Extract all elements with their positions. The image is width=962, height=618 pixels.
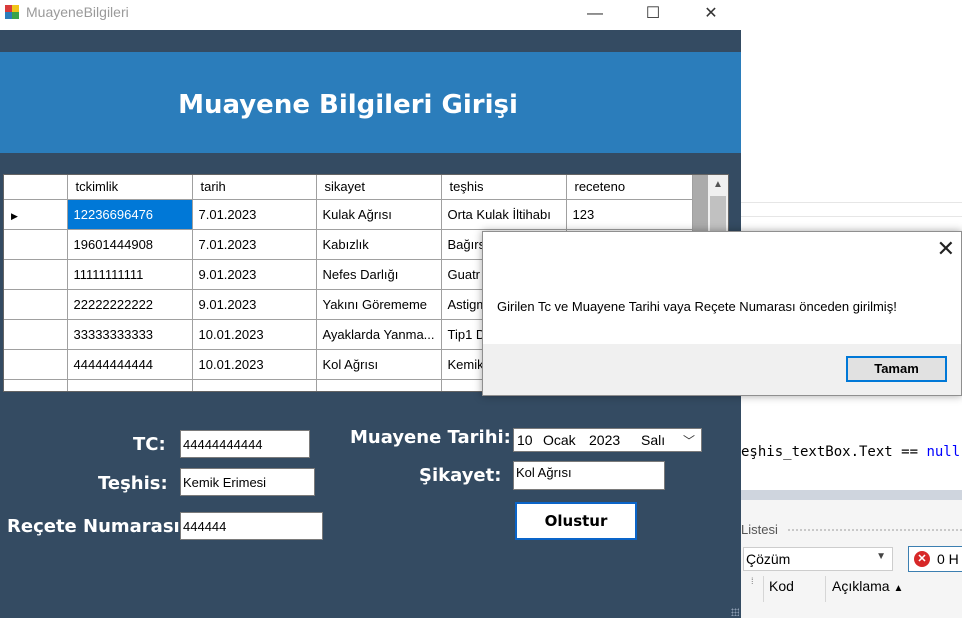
table-cell[interactable] bbox=[67, 379, 193, 391]
column-header-aciklama[interactable]: Açıklama ▲ bbox=[832, 578, 903, 594]
table-cell[interactable]: 123 bbox=[566, 199, 693, 230]
code-text: eşhis_textBox.Text == bbox=[741, 444, 927, 460]
window-title: MuayeneBilgileri bbox=[26, 4, 129, 20]
table-cell[interactable]: 10.01.2023 bbox=[192, 319, 317, 350]
table-cell[interactable]: 9.01.2023 bbox=[192, 289, 317, 320]
scope-dropdown-value: Çözüm bbox=[746, 551, 791, 567]
create-button[interactable]: Olustur bbox=[515, 502, 637, 540]
panel-grip[interactable] bbox=[787, 528, 962, 532]
scope-dropdown[interactable]: Çözüm ▼ bbox=[743, 547, 893, 571]
error-list-title: Listesi bbox=[741, 522, 778, 537]
tc-label: TC: bbox=[133, 434, 166, 455]
column-header-aciklama-label: Açıklama bbox=[832, 578, 890, 594]
recete-label: Reçete Numarası: bbox=[7, 516, 187, 537]
date-month[interactable]: Ocak bbox=[543, 432, 576, 448]
column-separator bbox=[763, 576, 764, 602]
chevron-down-icon: ▼ bbox=[876, 551, 886, 562]
tarih-label: Muayene Tarihi: bbox=[350, 427, 511, 448]
column-header-receteno[interactable]: receteno bbox=[566, 175, 693, 200]
ide-splitter[interactable] bbox=[741, 490, 962, 500]
chevron-down-icon[interactable]: ﹀ bbox=[683, 432, 695, 449]
ide-code-line: eşhis_textBox.Text == null bbox=[741, 444, 960, 460]
table-cell[interactable]: Orta Kulak İltihabı bbox=[441, 199, 567, 230]
column-header-tckimlik[interactable]: tckimlik bbox=[67, 175, 193, 200]
sikayet-label: Şikayet: bbox=[419, 465, 502, 486]
date-weekday[interactable]: Salı bbox=[641, 432, 665, 448]
table-cell[interactable]: Nefes Darlığı bbox=[316, 259, 442, 290]
table-cell[interactable]: Yakını Görememe bbox=[316, 289, 442, 320]
table-header-row: tckimlik tarih sikayet teşhis receteno bbox=[4, 175, 693, 200]
date-year[interactable]: 2023 bbox=[589, 432, 620, 448]
tc-input[interactable]: 44444444444 bbox=[180, 430, 310, 458]
row-header[interactable] bbox=[4, 349, 68, 380]
table-cell[interactable]: Kabızlık bbox=[316, 229, 442, 260]
sikayet-input[interactable]: Kol Ağrısı bbox=[513, 461, 665, 490]
teshis-input[interactable]: Kemik Erimesi bbox=[180, 468, 315, 496]
resize-grip[interactable] bbox=[731, 608, 739, 616]
close-button[interactable]: ✕ bbox=[688, 0, 734, 30]
table-cell[interactable]: 9.01.2023 bbox=[192, 259, 317, 290]
row-header[interactable] bbox=[4, 289, 68, 320]
current-row-icon: ▶ bbox=[11, 210, 18, 221]
ide-divider bbox=[741, 202, 962, 203]
table-cell[interactable]: 12236696476 bbox=[67, 199, 193, 230]
row-header[interactable]: ▶ bbox=[4, 199, 68, 230]
minimize-button[interactable]: — bbox=[572, 0, 618, 30]
ok-button[interactable]: Tamam bbox=[846, 356, 947, 382]
column-header-teshis[interactable]: teşhis bbox=[441, 175, 567, 200]
row-header[interactable] bbox=[4, 229, 68, 260]
teshis-label: Teşhis: bbox=[98, 473, 168, 494]
row-header-corner[interactable] bbox=[4, 175, 68, 200]
page-title: Muayene Bilgileri Girişi bbox=[178, 90, 518, 120]
error-count: 0 H bbox=[937, 551, 959, 567]
code-keyword: null bbox=[926, 444, 961, 460]
table-cell[interactable]: 7.01.2023 bbox=[192, 229, 317, 260]
message-box: ✕ Girilen Tc ve Muayene Tarihi vaya Reçe… bbox=[482, 231, 962, 396]
table-row[interactable]: ▶ 12236696476 7.01.2023 Kulak Ağrısı Ort… bbox=[4, 199, 693, 230]
ide-divider bbox=[741, 216, 962, 217]
message-text: Girilen Tc ve Muayene Tarihi vaya Reçete… bbox=[497, 299, 897, 314]
table-cell[interactable]: Kol Ağrısı bbox=[316, 349, 442, 380]
errors-filter-button[interactable]: ✕ 0 H bbox=[908, 546, 962, 572]
date-picker[interactable]: 10 Ocak 2023 Salı ﹀ bbox=[513, 428, 702, 452]
column-grip-icon: ⁞ bbox=[751, 576, 754, 586]
row-header[interactable] bbox=[4, 319, 68, 350]
row-header[interactable] bbox=[4, 259, 68, 290]
date-day[interactable]: 10 bbox=[517, 432, 533, 448]
column-header-kod[interactable]: Kod bbox=[769, 578, 794, 594]
table-cell[interactable]: 33333333333 bbox=[67, 319, 193, 350]
column-header-sikayet[interactable]: sikayet bbox=[316, 175, 442, 200]
message-footer: Tamam bbox=[483, 344, 961, 395]
app-icon bbox=[5, 5, 19, 19]
table-cell[interactable]: Ayaklarda Yanma... bbox=[316, 319, 442, 350]
error-icon: ✕ bbox=[914, 551, 930, 567]
maximize-button[interactable]: ☐ bbox=[630, 0, 676, 30]
table-cell[interactable] bbox=[192, 379, 317, 391]
table-cell[interactable] bbox=[316, 379, 442, 391]
sort-ascending-icon: ▲ bbox=[893, 583, 904, 594]
column-header-tarih[interactable]: tarih bbox=[192, 175, 317, 200]
column-separator bbox=[825, 576, 826, 602]
scroll-up-icon[interactable]: ▲ bbox=[708, 175, 728, 195]
row-header[interactable] bbox=[4, 379, 68, 391]
table-cell[interactable]: 22222222222 bbox=[67, 289, 193, 320]
title-bar[interactable]: MuayeneBilgileri — ☐ ✕ bbox=[0, 0, 741, 30]
table-cell[interactable]: 10.01.2023 bbox=[192, 349, 317, 380]
close-icon[interactable]: ✕ bbox=[937, 239, 955, 261]
table-cell[interactable]: 19601444908 bbox=[67, 229, 193, 260]
table-cell[interactable]: 44444444444 bbox=[67, 349, 193, 380]
table-cell[interactable]: 7.01.2023 bbox=[192, 199, 317, 230]
table-cell[interactable]: 11111111111 bbox=[67, 259, 193, 290]
recete-input[interactable]: 444444 bbox=[180, 512, 323, 540]
table-cell[interactable]: Kulak Ağrısı bbox=[316, 199, 442, 230]
